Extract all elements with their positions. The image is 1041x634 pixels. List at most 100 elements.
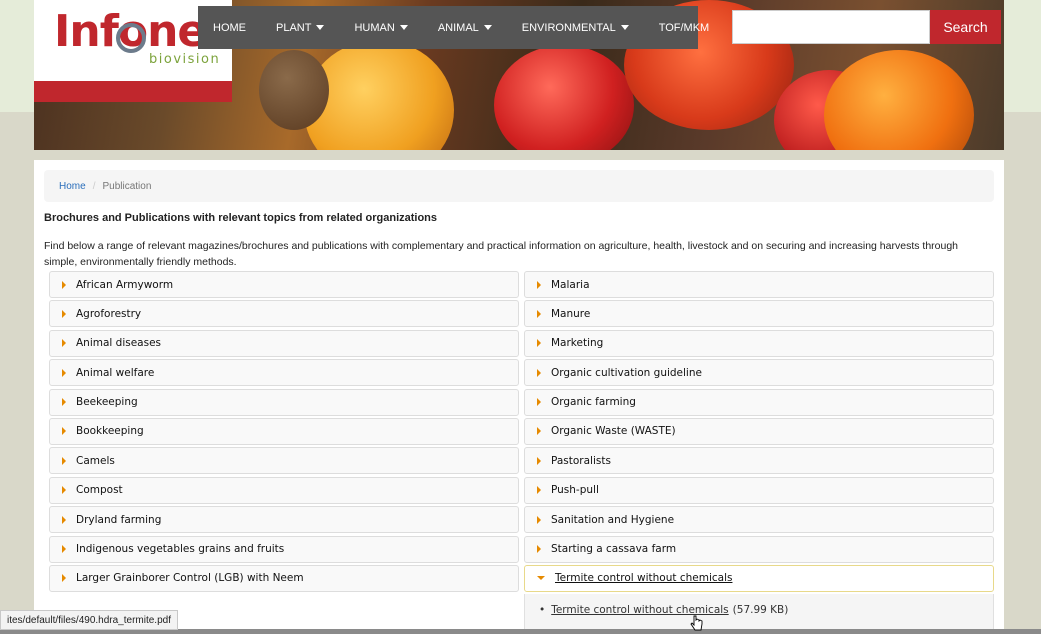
- nav-item-label: ANIMAL: [437, 21, 479, 34]
- banner-seed: [259, 50, 329, 130]
- breadcrumb: Home / Publication: [44, 170, 994, 202]
- status-bar-url: ites/default/files/490.hdra_termite.pdf: [0, 610, 178, 630]
- accordion-item[interactable]: African Armyworm: [49, 271, 519, 298]
- accordion-item[interactable]: Bookkeeping: [49, 417, 519, 445]
- accordion-item-label: Manure: [551, 307, 591, 320]
- main-navigation: HOME PLANT HUMAN ANIMAL ENVIRONMENTAL TOF/MKM: [198, 6, 709, 49]
- accordion-item[interactable]: Beekeeping: [49, 388, 519, 416]
- accordion-item[interactable]: Animal diseases: [49, 329, 519, 357]
- caret-right-icon: [537, 280, 541, 289]
- caret-down-icon: [399, 25, 408, 30]
- accordion-item[interactable]: Compost: [49, 476, 519, 504]
- accordion-item[interactable]: Dryland farming: [49, 506, 519, 534]
- caret-right-icon: [62, 339, 66, 348]
- banner-fruit-red: [494, 45, 634, 150]
- page-heading: Brochures and Publications with relevant…: [44, 212, 438, 224]
- caret-right-icon: [537, 427, 541, 436]
- search-input[interactable]: [732, 10, 930, 44]
- caret-right-icon: [537, 545, 541, 554]
- caret-right-icon: [62, 280, 66, 289]
- caret-right-icon: [537, 486, 541, 495]
- accordion-item[interactable]: Organic Waste (WASTE): [524, 417, 994, 445]
- accordion-item-label: Compost: [76, 484, 123, 497]
- nav-item-plant[interactable]: PLANT: [261, 6, 339, 49]
- accordion-item[interactable]: Starting a cassava farm: [524, 535, 994, 563]
- accordion-item-label: Indigenous vegetables grains and fruits: [76, 543, 285, 556]
- accordion-item-label: Termite control without chemicals: [555, 572, 733, 585]
- accordion-item[interactable]: Organic farming: [524, 388, 994, 416]
- caret-right-icon: [62, 368, 66, 377]
- search-button[interactable]: Search: [930, 10, 1001, 44]
- accordion-item[interactable]: Sanitation and Hygiene: [524, 506, 994, 534]
- nav-item-home[interactable]: HOME: [198, 6, 261, 49]
- nav-item-environmental[interactable]: ENVIRONMENTAL: [507, 6, 644, 49]
- accordion-item-label: Agroforestry: [76, 307, 142, 320]
- accordion-item-label: Malaria: [551, 278, 590, 291]
- intro-text: Find below a range of relevant magazines…: [44, 240, 959, 268]
- accordion-item[interactable]: Malaria: [524, 271, 994, 298]
- nav-item-animal[interactable]: ANIMAL: [423, 6, 507, 49]
- nav-item-label: PLANT: [276, 21, 312, 34]
- accordion-item-label: Larger Grainborer Control (LGB) with Nee…: [76, 572, 304, 585]
- accordion-item[interactable]: Camels: [49, 447, 519, 475]
- accordion-item-label: Pastoralists: [551, 454, 611, 467]
- caret-right-icon: [62, 486, 66, 495]
- caret-right-icon: [62, 398, 66, 407]
- globe-cursor-icon: [116, 23, 146, 53]
- caret-right-icon: [537, 456, 541, 465]
- caret-right-icon: [537, 398, 541, 407]
- bullet-icon: •: [539, 604, 546, 617]
- accordion-item[interactable]: Termite control without chemicals: [524, 564, 994, 592]
- accordion-item-label: Dryland farming: [76, 513, 162, 526]
- accordion-item[interactable]: Marketing: [524, 329, 994, 357]
- caret-right-icon: [62, 456, 66, 465]
- accordion-item-label: Animal welfare: [76, 366, 155, 379]
- nav-item-human[interactable]: HUMAN: [339, 6, 422, 49]
- caret-down-icon: [620, 25, 629, 30]
- accordion-item-label: Starting a cassava farm: [551, 543, 677, 556]
- accordion-item-label: Push-pull: [551, 484, 599, 497]
- breadcrumb-home-link[interactable]: Home: [59, 181, 86, 192]
- nav-item-label: HUMAN: [354, 21, 395, 34]
- caret-right-icon: [537, 515, 541, 524]
- logo-red-bar: [34, 81, 232, 102]
- accordion-item-label: Bookkeeping: [76, 425, 144, 438]
- nav-item-tof-mkm[interactable]: TOF/MKM: [644, 6, 725, 49]
- breadcrumb-separator: /: [92, 180, 96, 192]
- caret-right-icon: [62, 515, 66, 524]
- caret-down-icon: [316, 25, 325, 30]
- accordion-item[interactable]: Push-pull: [524, 476, 994, 504]
- accordion-item[interactable]: Manure: [524, 300, 994, 328]
- nav-item-label: TOF/MKM: [658, 21, 710, 34]
- caret-right-icon: [537, 309, 541, 318]
- caret-right-icon: [62, 309, 66, 318]
- caret-right-icon: [62, 545, 66, 554]
- banner-fruit-orange: [824, 50, 974, 150]
- accordion-item-label: African Armyworm: [76, 278, 174, 291]
- logo-subtitle: biovision: [149, 52, 221, 67]
- main-content: Home / Publication Brochures and Publica…: [34, 160, 1004, 634]
- nav-item-label: HOME: [213, 21, 246, 34]
- accordion-item[interactable]: Agroforestry: [49, 300, 519, 328]
- accordion-item-label: Organic Waste (WASTE): [551, 425, 676, 438]
- accordion-item[interactable]: Pastoralists: [524, 447, 994, 475]
- accordion-item[interactable]: Larger Grainborer Control (LGB) with Nee…: [49, 564, 519, 592]
- accordion-item-label: Beekeeping: [76, 396, 138, 409]
- accordion-right-column: Malaria Manure Marketing Organic cultivatio…: [524, 271, 994, 634]
- caret-down-icon: [483, 25, 492, 30]
- accordion-item[interactable]: Organic cultivation guideline: [524, 359, 994, 387]
- accordion-item-label: Organic farming: [551, 396, 636, 409]
- accordion-item-label: Animal diseases: [76, 337, 162, 350]
- caret-right-icon: [62, 427, 66, 436]
- accordion-item-label: Sanitation and Hygiene: [551, 513, 675, 526]
- hand-cursor-icon: [690, 615, 703, 631]
- accordion-item[interactable]: Indigenous vegetables grains and fruits: [49, 535, 519, 563]
- caret-down-icon: [537, 576, 545, 581]
- caret-right-icon: [537, 368, 541, 377]
- accordion-left-column: African Armyworm Agroforestry Animal disea…: [49, 271, 519, 594]
- caret-right-icon: [537, 339, 541, 348]
- accordion-item[interactable]: Animal welfare: [49, 359, 519, 387]
- accordion-item-label: Organic cultivation guideline: [551, 366, 702, 379]
- nav-item-label: ENVIRONMENTAL: [521, 21, 616, 34]
- breadcrumb-current: Publication: [102, 180, 152, 192]
